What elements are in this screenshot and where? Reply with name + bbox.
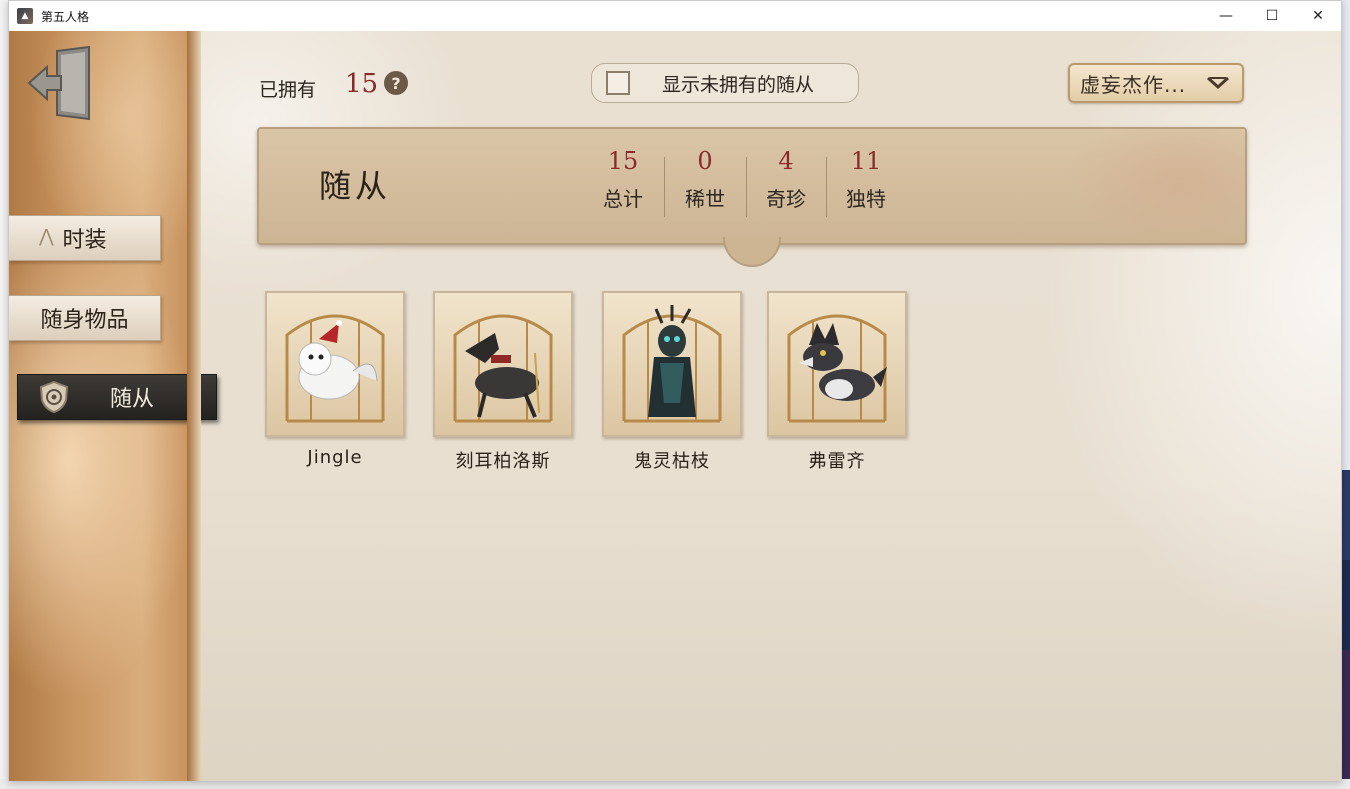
show-unowned-toggle[interactable]: 显示未拥有的随从 (591, 63, 859, 103)
stat-value: 15 (607, 147, 639, 175)
stat-label: 稀世 (685, 187, 725, 211)
banner-title: 随从 (319, 167, 392, 205)
stat-precious: 4 奇珍 (746, 147, 826, 212)
pet-card-jingle[interactable]: Jingle (265, 291, 405, 468)
chevron-down-icon (1206, 76, 1230, 90)
window-title: 第五人格 (41, 9, 90, 24)
stat-value: 4 (778, 147, 794, 175)
exit-door-icon[interactable] (27, 45, 97, 121)
stat-rare: 0 稀世 (665, 147, 745, 212)
owned-count: 15 (345, 69, 379, 99)
owned-label: 已拥有 (259, 79, 317, 101)
stat-label: 总计 (603, 187, 643, 211)
stat-total: 15 总计 (583, 147, 663, 212)
filter-label: 虚妄杰作... (1080, 72, 1187, 97)
sidebar: ⋀ 时装 随身物品 随从 (9, 31, 217, 781)
pet-card-cerberus[interactable]: 刻耳柏洛斯 (433, 291, 573, 473)
unowned-checkbox[interactable] (606, 71, 630, 95)
stat-value: 11 (850, 147, 882, 175)
stat-label: 奇珍 (766, 187, 806, 211)
white-dog-santa-hat-icon (285, 314, 385, 423)
pet-name: 弗雷齐 (808, 451, 866, 472)
filter-dropdown[interactable]: 虚妄杰作... (1068, 63, 1244, 103)
title-bar: ▲ 第五人格 — ☐ ✕ (9, 1, 1341, 31)
sidebar-item-accessories[interactable]: 随身物品 (9, 295, 161, 341)
minimize-button[interactable]: — (1203, 1, 1249, 31)
stat-label: 独特 (846, 187, 886, 211)
toggle-label: 显示未拥有的随从 (662, 73, 815, 96)
banner-notch (723, 237, 781, 267)
app-icon: ▲ (17, 8, 33, 24)
pets-summary-banner: 随从 15 总计 0 稀世 4 奇珍 11 独特 (257, 127, 1247, 245)
maximize-button[interactable]: ☐ (1249, 1, 1295, 31)
stat-value: 0 (697, 147, 713, 175)
game-window: ▲ 第五人格 — ☐ ✕ ⋀ 时装 随身物品 随从 已拥有 15 ? 显示未拥有… (8, 0, 1342, 781)
pet-card-freezy[interactable]: 弗雷齐 (767, 291, 907, 473)
pet-card-frame (265, 291, 405, 437)
pet-name: 鬼灵枯枝 (634, 451, 710, 472)
pet-name: 刻耳柏洛斯 (455, 451, 551, 472)
black-hound-icon (453, 314, 553, 423)
close-button[interactable]: ✕ (1295, 1, 1341, 31)
sidebar-item-label: 时装 (62, 228, 107, 253)
pet-name: Jingle (307, 447, 363, 468)
sidebar-edge (187, 31, 201, 781)
stat-unique: 11 独特 (826, 147, 906, 212)
sidebar-item-label: 随身物品 (40, 308, 129, 333)
sidebar-item-costume[interactable]: ⋀ 时装 (9, 215, 161, 261)
tree-spirit-icon (622, 305, 722, 423)
window-controls: — ☐ ✕ (1203, 1, 1341, 31)
shield-icon (39, 380, 69, 414)
pet-card-ghost-branch[interactable]: 鬼灵枯枝 (602, 291, 742, 473)
grey-wolf-icon (787, 314, 887, 423)
game-canvas: ⋀ 时装 随身物品 随从 已拥有 15 ? 显示未拥有的随从 虚妄杰作... 随… (9, 31, 1341, 781)
pet-card-frame (602, 291, 742, 437)
help-icon[interactable]: ? (384, 71, 408, 95)
sidebar-item-label: 随从 (110, 387, 155, 412)
desktop-left-strip (0, 0, 8, 789)
pet-card-frame (433, 291, 573, 437)
mountain-deco-icon: ⋀ (39, 226, 54, 247)
pet-card-frame (767, 291, 907, 437)
